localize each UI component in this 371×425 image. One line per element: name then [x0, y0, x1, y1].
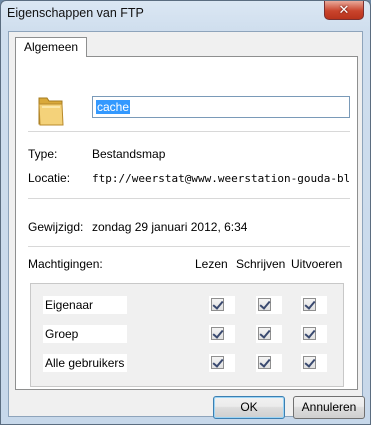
type-value: Bestandsmap [92, 147, 166, 161]
window-title: Eigenschappen van FTP [7, 6, 144, 20]
owner-execute-checkbox[interactable] [303, 298, 316, 311]
divider [28, 131, 350, 132]
modified-label: Gewijzigd: [28, 220, 84, 234]
general-tab-panel: cache Type: Bestandsmap Locatie: ftp://w… [15, 56, 358, 390]
location-label: Locatie: [28, 171, 71, 185]
column-execute: Uitvoeren [291, 257, 343, 271]
dialog-content: Algemeen cache Type: Bestandsmap Locatie… [8, 31, 365, 419]
modified-value: zondag 29 januari 2012, 6:34 [92, 220, 248, 234]
folder-icon [38, 97, 64, 126]
properties-dialog: Eigenschappen van FTP ✕ Algemeen cache T… [0, 0, 371, 425]
permission-row-group: Groep [43, 325, 127, 343]
group-execute-checkbox[interactable] [303, 327, 316, 340]
permission-row-owner: Eigenaar [43, 296, 127, 314]
ok-button[interactable]: OK [213, 396, 285, 419]
permission-row-all-users: Alle gebruikers [43, 354, 127, 372]
all-users-write-checkbox[interactable] [258, 356, 271, 369]
all-users-execute-checkbox[interactable] [303, 356, 316, 369]
divider [28, 198, 350, 199]
divider [28, 246, 350, 247]
type-label: Type: [28, 147, 58, 161]
title-bar[interactable]: Eigenschappen van FTP ✕ [1, 1, 370, 29]
folder-name-input[interactable]: cache [92, 96, 350, 118]
permissions-group: Eigenaar Groep Alle gebruikers [30, 283, 344, 387]
all-users-read-checkbox[interactable] [211, 356, 224, 369]
permissions-label: Machtigingen: [28, 257, 103, 271]
column-write: Schrijven [236, 257, 286, 271]
cancel-button[interactable]: Annuleren [293, 396, 365, 419]
close-icon: ✕ [338, 2, 350, 17]
location-value: ftp://weerstat@www.weerstation-gouda-blo… [92, 172, 349, 185]
owner-read-checkbox[interactable] [211, 298, 224, 311]
folder-name-value: cache [96, 100, 131, 114]
group-write-checkbox[interactable] [258, 327, 271, 340]
column-read: Lezen [195, 257, 228, 271]
close-button[interactable]: ✕ [324, 1, 364, 20]
tab-general[interactable]: Algemeen [15, 37, 88, 57]
group-read-checkbox[interactable] [211, 327, 224, 340]
owner-write-checkbox[interactable] [258, 298, 271, 311]
